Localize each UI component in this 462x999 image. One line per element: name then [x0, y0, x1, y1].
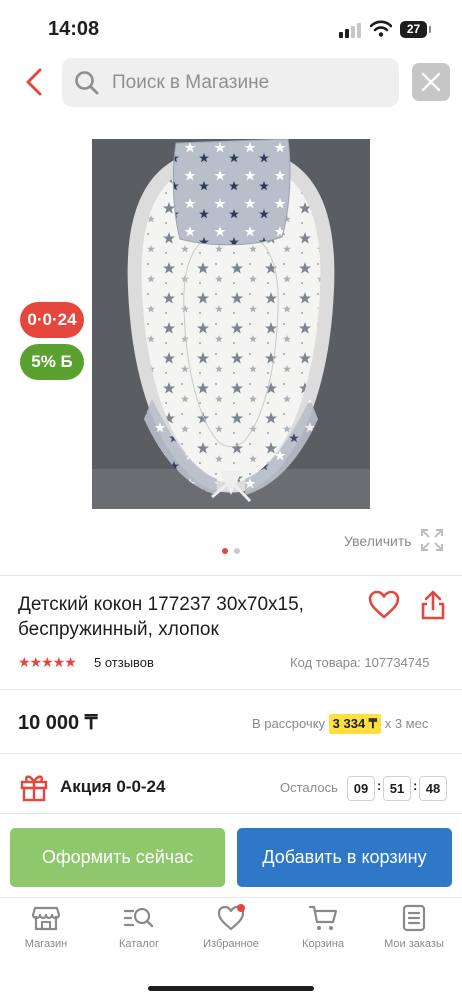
status-time: 14:08 — [48, 18, 100, 40]
order-now-button[interactable]: Оформить сейчас — [10, 828, 225, 887]
price: 10 000 ₸ — [18, 712, 98, 734]
product-title: Детский кокон 177237 30х70х15, беспружин… — [18, 594, 304, 640]
search-icon — [75, 71, 99, 95]
battery-cap — [429, 26, 431, 33]
installment-label: В рассрочку — [252, 716, 326, 731]
divider — [0, 813, 462, 814]
baby-nest-photo — [92, 138, 370, 509]
tab-label: Каталог — [119, 938, 159, 950]
timer-separator: : — [377, 778, 382, 793]
heart-icon[interactable] — [368, 590, 400, 620]
timer-minutes: 51 — [383, 776, 411, 801]
tab-label: Магазин — [24, 938, 68, 950]
close-icon — [421, 72, 441, 92]
tab-orders[interactable]: Мои заказы — [370, 904, 458, 964]
status-bar: 14:08 27 — [0, 0, 462, 56]
installment-amount: 3 334 ₸ — [328, 714, 382, 734]
gallery-dot-active[interactable] — [222, 548, 228, 554]
timer-separator: : — [413, 778, 418, 793]
search-placeholder: Поиск в Магазине — [112, 72, 270, 93]
tab-label: Корзина — [302, 938, 344, 950]
back-button[interactable] — [18, 64, 54, 100]
timer-hours: 09 — [347, 776, 375, 801]
store-icon — [32, 906, 60, 931]
tab-cart[interactable]: Корзина — [279, 904, 367, 964]
rating-stars: ★★★★★ — [18, 654, 77, 670]
divider — [0, 753, 462, 754]
promo-name[interactable]: Акция 0-0-24 — [60, 777, 165, 797]
search-input[interactable]: Поиск в Магазине — [62, 58, 399, 107]
close-button[interactable] — [412, 63, 450, 101]
orders-icon — [402, 904, 426, 932]
tab-bar-divider — [0, 897, 462, 898]
bonus-badge: 5% Б — [20, 344, 84, 380]
installment-info[interactable]: В рассрочку 3 334 ₸ х 3 мес — [252, 714, 428, 734]
tab-store[interactable]: Магазин — [2, 904, 90, 964]
add-to-cart-button[interactable]: Добавить в корзину — [237, 828, 452, 887]
share-icon[interactable] — [421, 590, 445, 620]
tab-favorites[interactable]: Избранное — [187, 904, 275, 964]
promo-badge: 0·0·24 — [20, 302, 84, 338]
product-image[interactable] — [92, 138, 370, 509]
tab-label: Мои заказы — [384, 938, 444, 950]
wifi-icon — [370, 20, 392, 37]
chevron-left-icon — [26, 68, 42, 96]
home-indicator — [148, 986, 314, 991]
product-sku: Код товара: 107734745 — [290, 655, 430, 670]
reviews-link[interactable]: 5 отзывов — [94, 655, 154, 670]
tab-label: Избранное — [203, 938, 259, 950]
divider — [0, 689, 462, 690]
tab-catalog[interactable]: Каталог — [95, 904, 183, 964]
zoom-label[interactable]: Увеличить — [344, 533, 412, 549]
notification-dot — [237, 904, 245, 912]
expand-icon[interactable] — [420, 528, 444, 552]
divider — [0, 575, 462, 576]
cellular-signal-icon — [339, 22, 361, 38]
installment-term: х 3 мес — [384, 716, 429, 731]
gallery-dot[interactable] — [234, 548, 240, 554]
catalog-search-icon — [123, 907, 154, 928]
cart-icon — [308, 905, 338, 930]
timer-seconds: 48 — [419, 776, 447, 801]
remaining-label: Осталось — [280, 780, 338, 795]
battery-icon: 27 — [400, 21, 427, 38]
gift-icon — [20, 775, 48, 802]
